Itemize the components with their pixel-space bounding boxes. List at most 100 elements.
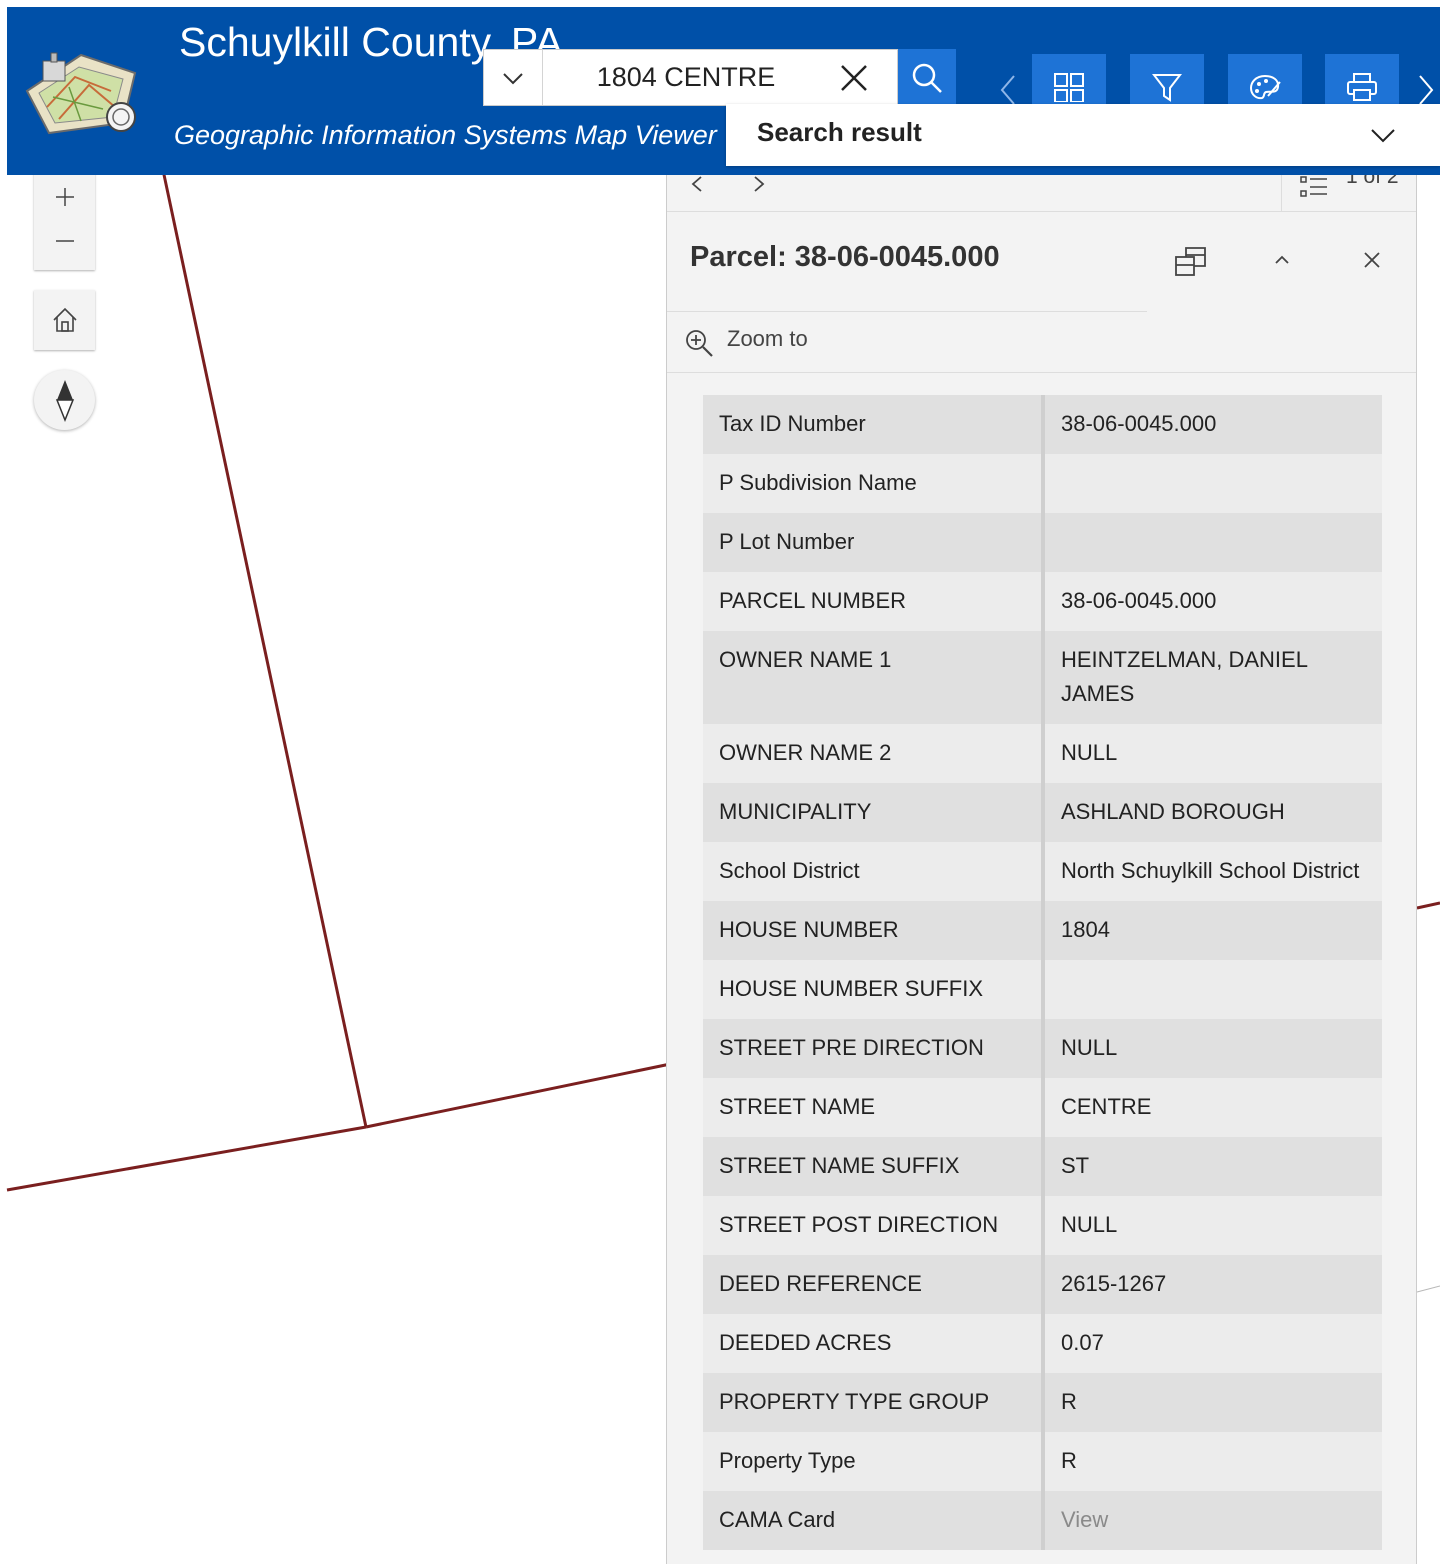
table-row: P Subdivision Name bbox=[703, 454, 1382, 513]
attribute-value: North Schuylkill School District bbox=[1043, 842, 1382, 901]
attribute-value: R bbox=[1043, 1432, 1382, 1491]
county-seal-logo bbox=[25, 52, 137, 135]
compass-icon bbox=[55, 380, 74, 422]
attribute-value: 0.07 bbox=[1043, 1314, 1382, 1373]
search-result-label: Search result bbox=[757, 117, 922, 147]
minus-icon bbox=[55, 240, 74, 242]
parcel-boundary-line bbox=[161, 169, 368, 1128]
attribute-key: PROPERTY TYPE GROUP bbox=[703, 1373, 1045, 1432]
table-row: MUNICIPALITY ASHLAND BOROUGH bbox=[703, 783, 1382, 842]
toolbar-prev-icon[interactable] bbox=[998, 72, 1018, 108]
home-icon bbox=[52, 307, 77, 332]
filter-button[interactable] bbox=[1130, 54, 1204, 106]
attribute-value bbox=[1043, 454, 1382, 513]
print-icon bbox=[1347, 73, 1377, 101]
attribute-key: OWNER NAME 2 bbox=[703, 724, 1045, 783]
table-row: OWNER NAME 1 HEINTZELMAN, DANIEL JAMES bbox=[703, 631, 1382, 724]
table-row: OWNER NAME 2 NULL bbox=[703, 724, 1382, 783]
table-row: School District North Schuylkill School D… bbox=[703, 842, 1382, 901]
attribute-key: DEEDED ACRES bbox=[703, 1314, 1045, 1373]
parcel-boundary-line bbox=[365, 1060, 681, 1129]
search-input[interactable] bbox=[546, 50, 826, 105]
attribute-key: STREET POST DIRECTION bbox=[703, 1196, 1045, 1255]
chevron-up-icon[interactable] bbox=[1271, 249, 1293, 271]
table-row: CAMA Card View bbox=[703, 1491, 1382, 1550]
table-row: Tax ID Number 38-06-0045.000 bbox=[703, 395, 1382, 454]
toolbar-next-icon[interactable] bbox=[1416, 72, 1436, 108]
parcel-boundary-line bbox=[1416, 1285, 1440, 1293]
attribute-table: Tax ID Number 38-06-0045.000 P Subdivisio… bbox=[703, 395, 1382, 1550]
attribute-value bbox=[1043, 513, 1382, 572]
attribute-value: NULL bbox=[1043, 1196, 1382, 1255]
attribute-key: MUNICIPALITY bbox=[703, 783, 1045, 842]
search-widget bbox=[483, 49, 898, 106]
attribute-key: School District bbox=[703, 842, 1045, 901]
cama-card-view-link[interactable]: View bbox=[1043, 1491, 1382, 1550]
attribute-key: STREET NAME SUFFIX bbox=[703, 1137, 1045, 1196]
attribute-value: 1804 bbox=[1043, 901, 1382, 960]
zoom-to-label: Zoom to bbox=[727, 326, 808, 351]
table-row: HOUSE NUMBER 1804 bbox=[703, 901, 1382, 960]
grid-icon bbox=[1054, 73, 1084, 102]
attribute-key: CAMA Card bbox=[703, 1491, 1045, 1550]
table-row: DEEDED ACRES 0.07 bbox=[703, 1314, 1382, 1373]
app-subtitle: Geographic Information Systems Map Viewe… bbox=[174, 120, 717, 150]
table-row: STREET NAME SUFFIX ST bbox=[703, 1137, 1382, 1196]
filter-icon bbox=[1152, 74, 1182, 102]
feature-popup: 1 of 2 Parcel: 38-06-0045.000 Zoom to Ta… bbox=[666, 165, 1417, 1564]
attribute-value: ASHLAND BOROUGH bbox=[1043, 783, 1382, 842]
table-row: STREET PRE DIRECTION NULL bbox=[703, 1019, 1382, 1078]
attribute-key: STREET PRE DIRECTION bbox=[703, 1019, 1045, 1078]
home-button[interactable] bbox=[34, 290, 95, 350]
attribute-value: R bbox=[1043, 1373, 1382, 1432]
attribute-key: Property Type bbox=[703, 1432, 1045, 1491]
attribute-key: STREET NAME bbox=[703, 1078, 1045, 1137]
attribute-value: 2615-1267 bbox=[1043, 1255, 1382, 1314]
table-row: PARCEL NUMBER 38-06-0045.000 bbox=[703, 572, 1382, 631]
close-icon[interactable] bbox=[836, 60, 872, 96]
zoom-out-button[interactable] bbox=[34, 210, 95, 270]
table-row: HOUSE NUMBER SUFFIX bbox=[703, 960, 1382, 1019]
attribute-value: NULL bbox=[1043, 724, 1382, 783]
print-button[interactable] bbox=[1325, 54, 1399, 106]
attribute-value: 38-06-0045.000 bbox=[1043, 395, 1382, 454]
attribute-value bbox=[1043, 960, 1382, 1019]
attribute-key: PARCEL NUMBER bbox=[703, 572, 1045, 631]
parcel-boundary-line bbox=[6, 1125, 367, 1192]
search-source-dropdown[interactable] bbox=[484, 50, 543, 105]
attribute-key: P Subdivision Name bbox=[703, 454, 1045, 513]
table-row: STREET NAME CENTRE bbox=[703, 1078, 1382, 1137]
attribute-key: OWNER NAME 1 bbox=[703, 631, 1045, 724]
close-icon[interactable] bbox=[1361, 249, 1383, 271]
chevron-down-icon bbox=[503, 72, 523, 84]
widget-gallery-button[interactable] bbox=[1032, 54, 1106, 106]
table-row: DEED REFERENCE 2615-1267 bbox=[703, 1255, 1382, 1314]
zoom-to-action[interactable]: Zoom to bbox=[667, 312, 1416, 373]
popup-header: Parcel: 38-06-0045.000 bbox=[667, 211, 1416, 311]
attribute-value: ST bbox=[1043, 1137, 1382, 1196]
attribute-value: CENTRE bbox=[1043, 1078, 1382, 1137]
attribute-key: P Lot Number bbox=[703, 513, 1045, 572]
parcel-boundary-line bbox=[1416, 901, 1440, 910]
attribute-value: 38-06-0045.000 bbox=[1043, 572, 1382, 631]
table-row: P Lot Number bbox=[703, 513, 1382, 572]
attribute-key: HOUSE NUMBER SUFFIX bbox=[703, 960, 1045, 1019]
table-row: PROPERTY TYPE GROUP R bbox=[703, 1373, 1382, 1432]
compass-button[interactable] bbox=[34, 370, 95, 430]
list-icon bbox=[1300, 176, 1327, 197]
attribute-value: HEINTZELMAN, DANIEL JAMES bbox=[1043, 631, 1382, 724]
table-row: STREET POST DIRECTION NULL bbox=[703, 1196, 1382, 1255]
popup-title: Parcel: 38-06-0045.000 bbox=[690, 241, 1000, 273]
table-row: Property Type R bbox=[703, 1432, 1382, 1491]
chevron-down-icon[interactable] bbox=[1370, 122, 1396, 148]
palette-icon bbox=[1249, 74, 1281, 100]
attribute-value: NULL bbox=[1043, 1019, 1382, 1078]
search-button[interactable] bbox=[898, 49, 956, 106]
zoom-in-icon bbox=[686, 330, 713, 357]
search-result-header[interactable]: Search result bbox=[726, 104, 1440, 166]
basemap-style-button[interactable] bbox=[1228, 54, 1302, 106]
dock-icon[interactable] bbox=[1174, 245, 1208, 279]
plus-icon bbox=[55, 188, 74, 206]
attribute-key: Tax ID Number bbox=[703, 395, 1045, 454]
attribute-key: HOUSE NUMBER bbox=[703, 901, 1045, 960]
